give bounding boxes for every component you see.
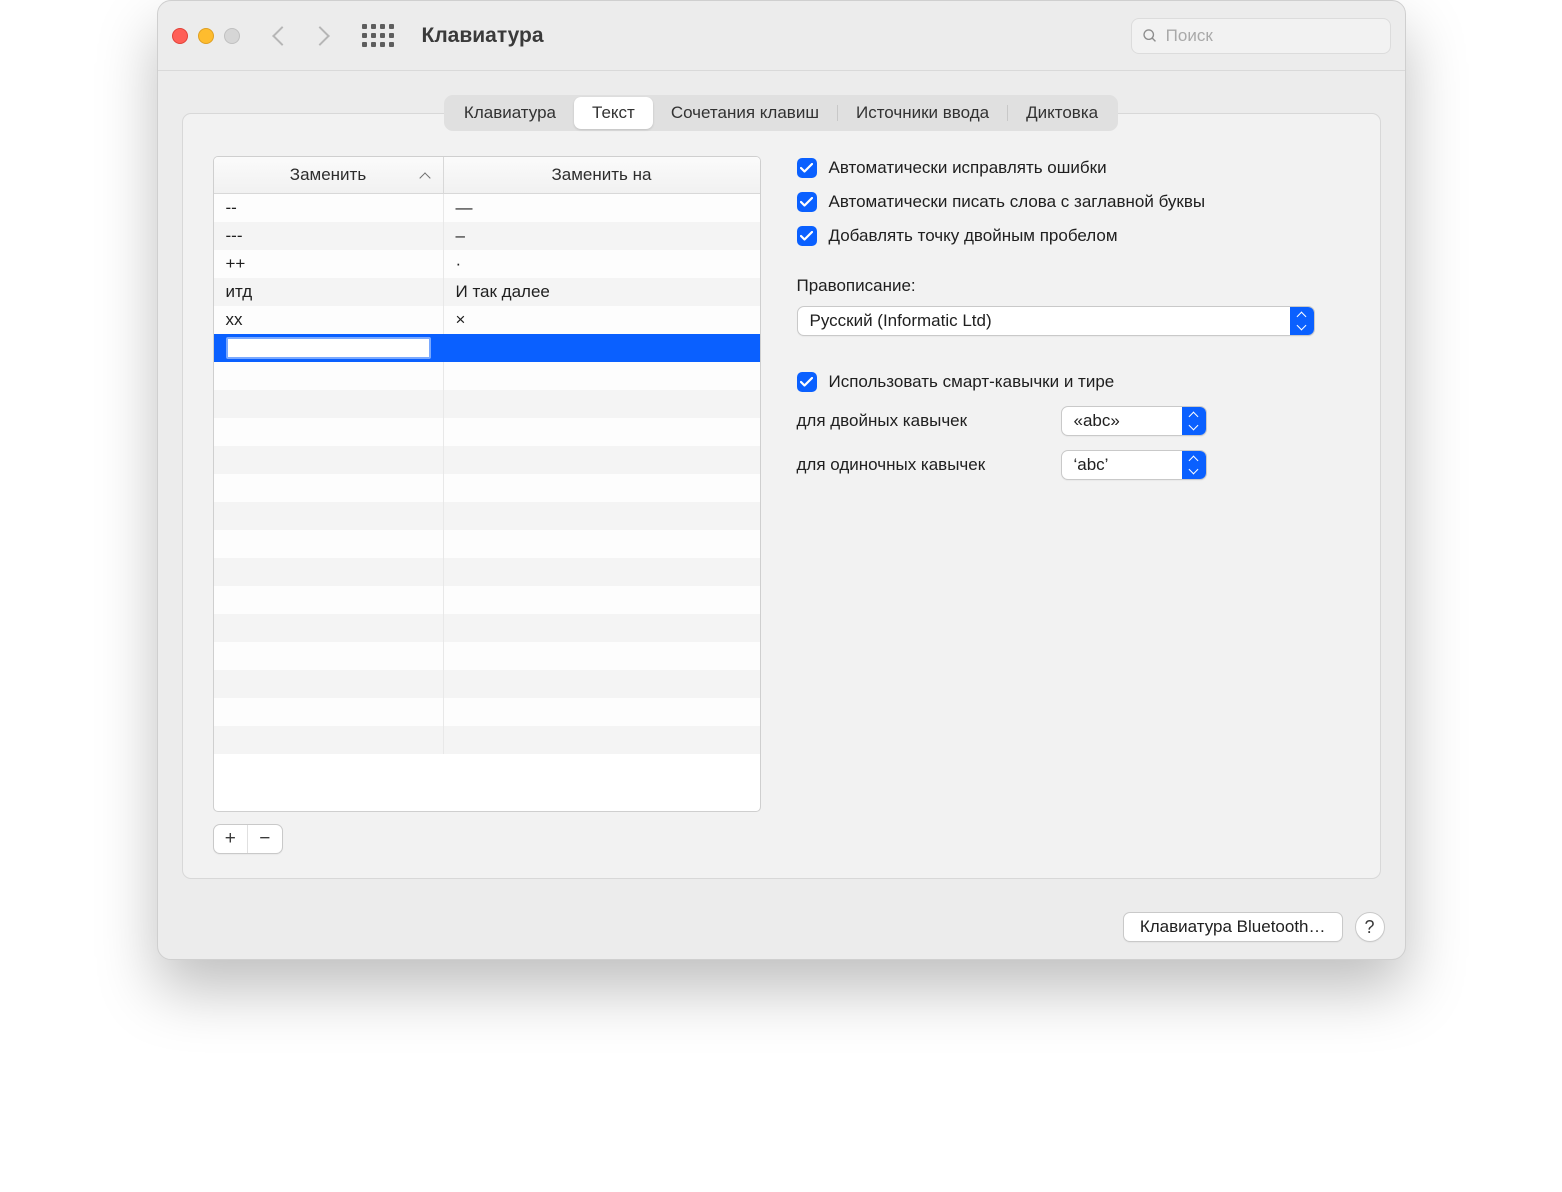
table-row-empty [214,558,760,586]
search-field[interactable] [1131,18,1391,54]
smart-quotes-checkbox[interactable] [797,372,817,392]
table-row-empty [214,642,760,670]
table-body[interactable]: -- — --- – ++ · итд И та [214,194,760,811]
column-with[interactable]: Заменить на [444,157,760,193]
table-row[interactable]: --- – [214,222,760,250]
stepper-icon [1182,407,1206,435]
checkmark-icon [800,163,813,174]
add-remove-control: + − [213,824,283,854]
table-row-empty [214,670,760,698]
table-row-empty [214,474,760,502]
bluetooth-keyboard-button[interactable]: Клавиатура Bluetooth… [1123,912,1343,942]
spelling-label: Правописание: [797,276,1350,296]
double-quotes-label: для двойных кавычек [797,411,1047,431]
stepper-icon [1290,307,1314,335]
zoom-window-button[interactable] [224,28,240,44]
footer-bar: Клавиатура Bluetooth… ? [158,895,1405,959]
minimize-window-button[interactable] [198,28,214,44]
table-row-editing[interactable] [214,334,760,362]
window-traffic-lights [172,28,240,44]
tab-bar: Клавиатура Текст Сочетания клавиш Источн… [444,95,1118,131]
single-quotes-label: для одиночных кавычек [797,455,1047,475]
double-quotes-value: «abc» [1074,411,1120,431]
replace-edit-input[interactable] [226,337,431,359]
table-row[interactable]: -- — [214,194,760,222]
single-quotes-value: ‘abc’ [1074,455,1109,475]
table-row-empty [214,614,760,642]
add-button[interactable]: + [214,825,249,853]
show-all-prefs-icon[interactable] [362,24,394,47]
double-quotes-select[interactable]: «abc» [1061,406,1207,436]
table-row-empty [214,390,760,418]
table-row[interactable]: ++ · [214,250,760,278]
help-button[interactable]: ? [1355,912,1385,942]
text-panel: Заменить Заменить на -- — --- [182,113,1381,879]
table-row-empty [214,726,760,754]
table-row-empty [214,530,760,558]
double-space-period-checkbox[interactable] [797,226,817,246]
checkmark-icon [800,377,813,388]
tab-text[interactable]: Текст [574,97,653,129]
replacements-column: Заменить Заменить на -- — --- [213,156,761,854]
spelling-select[interactable]: Русский (Informatic Ltd) [797,306,1315,336]
autocapitalize-label: Автоматически писать слова с заглавной б… [829,192,1206,212]
tab-keyboard[interactable]: Клавиатура [446,97,574,129]
autocapitalize-checkbox[interactable] [797,192,817,212]
autocorrect-label: Автоматически исправлять ошибки [829,158,1107,178]
table-row-empty [214,502,760,530]
column-replace[interactable]: Заменить [214,157,444,193]
smart-quotes-label: Использовать смарт-кавычки и тире [829,372,1115,392]
table-row[interactable]: xx × [214,306,760,334]
tab-input-sources[interactable]: Источники ввода [838,97,1007,129]
toolbar: Клавиатура [158,1,1405,71]
search-icon [1142,27,1158,45]
content-area: Клавиатура Текст Сочетания клавиш Источн… [158,71,1405,895]
search-input[interactable] [1166,26,1380,46]
close-window-button[interactable] [172,28,188,44]
double-space-period-label: Добавлять точку двойным пробелом [829,226,1118,246]
autocorrect-checkbox[interactable] [797,158,817,178]
back-button[interactable] [268,19,296,53]
tab-shortcuts[interactable]: Сочетания клавиш [653,97,837,129]
window-title: Клавиатура [422,24,544,48]
single-quotes-select[interactable]: ‘abc’ [1061,450,1207,480]
forward-button[interactable] [306,19,334,53]
table-row-empty [214,698,760,726]
checkmark-icon [800,197,813,208]
remove-button[interactable]: − [248,825,282,853]
tab-dictation[interactable]: Диктовка [1008,97,1116,129]
checkmark-icon [800,231,813,242]
preferences-window: Клавиатура Клавиатура Текст Сочетания кл… [157,0,1406,960]
replacements-table: Заменить Заменить на -- — --- [213,156,761,812]
table-row-empty [214,418,760,446]
table-row[interactable]: итд И так далее [214,278,760,306]
table-row-empty [214,586,760,614]
table-header: Заменить Заменить на [214,157,760,194]
stepper-icon [1182,451,1206,479]
spelling-value: Русский (Informatic Ltd) [810,311,992,331]
table-row-empty [214,446,760,474]
options-column: Автоматически исправлять ошибки Автомати… [797,156,1350,854]
sort-indicator-icon [419,172,430,183]
table-row-empty [214,362,760,390]
